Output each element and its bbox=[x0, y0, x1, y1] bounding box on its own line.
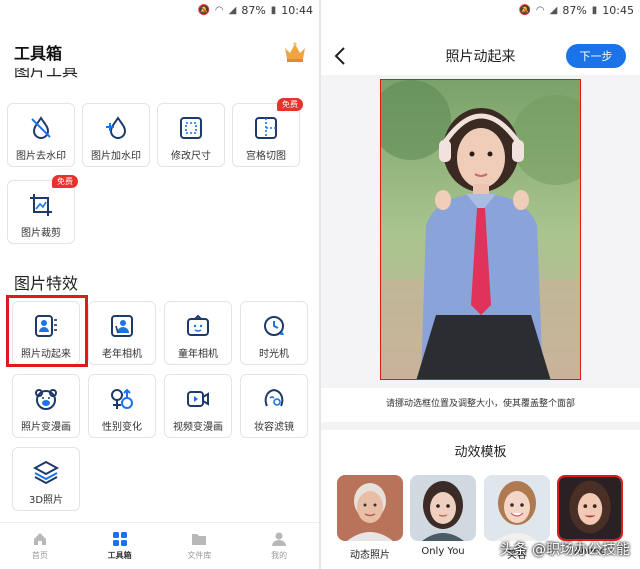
effect-old-camera[interactable]: 老年相机 bbox=[88, 301, 156, 365]
battery-level: 87% bbox=[241, 3, 266, 17]
grid-cut-icon bbox=[255, 117, 277, 139]
instruction-text: 请挪动选框位置及调整大小，使其覆盖整个面部 bbox=[385, 399, 575, 409]
tool-label: 修改尺寸 bbox=[171, 151, 211, 162]
nav-profile[interactable]: 我的 bbox=[239, 523, 319, 569]
nav-label: 我的 bbox=[271, 551, 288, 560]
drop-slash-icon bbox=[31, 116, 51, 139]
toolbox-header: 工具箱 bbox=[14, 38, 307, 66]
template-label: 动态照片 bbox=[350, 550, 390, 561]
makeup-face-icon bbox=[264, 388, 284, 407]
tool-label: 时光机 bbox=[259, 349, 289, 360]
effect-child-camera[interactable]: 童年相机 bbox=[164, 301, 232, 365]
effects-section-title: 图片特效 bbox=[14, 274, 79, 293]
clock: 10:45 bbox=[602, 3, 634, 17]
tool-add-watermark[interactable]: 图片加水印 bbox=[82, 103, 150, 167]
portrait-photo bbox=[381, 80, 580, 379]
effect-video-to-cartoon[interactable]: 视频变漫画 bbox=[164, 374, 232, 438]
template-dynamic-photo[interactable] bbox=[337, 475, 403, 541]
template-only-you[interactable] bbox=[410, 475, 476, 541]
tool-resize[interactable]: 修改尺寸 bbox=[157, 103, 225, 167]
resize-icon bbox=[180, 117, 202, 139]
template-thumbnail bbox=[410, 475, 476, 541]
child-face-icon bbox=[187, 314, 209, 336]
wifi-icon: ◠ bbox=[214, 4, 224, 16]
toolbox-screen: 🔕 ◠ ◢ 87% ▮ 10:44 工具箱 图片工具 图片去水印 图片加水印 修… bbox=[0, 0, 319, 569]
status-bar: 🔕 ◠ ◢ 87% ▮ 10:45 bbox=[321, 0, 640, 20]
grid-icon bbox=[112, 532, 127, 546]
template-anime[interactable] bbox=[557, 475, 623, 541]
status-bar: 🔕 ◠ ◢ 87% ▮ 10:44 bbox=[0, 0, 319, 20]
nav-files[interactable]: 文件库 bbox=[160, 523, 240, 569]
elder-portrait-icon bbox=[111, 315, 133, 337]
free-badge: 免费 bbox=[52, 175, 78, 188]
vip-crown-icon[interactable] bbox=[283, 41, 307, 63]
effect-makeup-filter[interactable]: 妆容滤镜 bbox=[240, 374, 308, 438]
tool-label: 视频变漫画 bbox=[173, 422, 223, 433]
template-smile[interactable] bbox=[484, 475, 550, 541]
battery-icon: ▮ bbox=[591, 4, 598, 16]
mute-icon: 🔕 bbox=[518, 4, 531, 16]
image-tools-section-title: 图片工具 bbox=[14, 68, 79, 80]
page-title: 工具箱 bbox=[14, 44, 63, 63]
tool-label: 图片裁剪 bbox=[21, 228, 61, 239]
drop-plus-icon bbox=[106, 116, 127, 139]
clock: 10:44 bbox=[281, 3, 313, 17]
bear-face-icon bbox=[35, 389, 57, 410]
effect-time-machine[interactable]: 时光机 bbox=[240, 301, 308, 365]
tool-label: 妆容滤镜 bbox=[254, 422, 294, 433]
tool-remove-watermark[interactable]: 图片去水印 bbox=[7, 103, 75, 167]
battery-icon: ▮ bbox=[270, 4, 277, 16]
tool-label: 照片变漫画 bbox=[21, 422, 71, 433]
animate-header: 照片动起来 下一步 bbox=[321, 38, 640, 74]
tool-label: 图片加水印 bbox=[91, 151, 141, 162]
nav-label: 工具箱 bbox=[107, 551, 132, 560]
template-thumbnail bbox=[559, 477, 621, 539]
photo-editor-area bbox=[321, 75, 640, 388]
nav-toolbox[interactable]: 工具箱 bbox=[80, 523, 160, 569]
free-badge: 免费 bbox=[277, 98, 303, 111]
gender-icon bbox=[111, 388, 133, 409]
template-thumbnail bbox=[484, 475, 550, 541]
nav-home[interactable]: 首页 bbox=[0, 523, 80, 569]
nav-label: 文件库 bbox=[187, 551, 212, 560]
video-camera-icon bbox=[187, 391, 209, 407]
effect-photo-to-cartoon[interactable]: 照片变漫画 bbox=[12, 374, 80, 438]
user-icon bbox=[272, 532, 287, 546]
tool-label: 图片去水印 bbox=[16, 151, 66, 162]
watermark-text: 头条 @职场办公技能 bbox=[499, 542, 630, 558]
signal-icon: ◢ bbox=[549, 4, 558, 16]
battery-level: 87% bbox=[562, 3, 587, 17]
effect-gender-swap[interactable]: 性别变化 bbox=[88, 374, 156, 438]
bottom-nav: 首页 工具箱 文件库 我的 bbox=[0, 522, 319, 569]
face-selection-frame[interactable] bbox=[380, 79, 581, 380]
signal-icon: ◢ bbox=[228, 4, 237, 16]
animate-photo-screen: 🔕 ◠ ◢ 87% ▮ 10:45 照片动起来 下一步 请挪动选框位置及调整大小… bbox=[321, 0, 640, 569]
crop-icon bbox=[30, 194, 52, 216]
folder-icon bbox=[192, 534, 207, 545]
tool-label: 3D照片 bbox=[28, 495, 64, 506]
nav-label: 首页 bbox=[31, 551, 48, 560]
tool-label: 童年相机 bbox=[178, 349, 218, 360]
tool-label: 宫格切图 bbox=[246, 151, 286, 162]
layers-icon bbox=[33, 460, 59, 485]
tool-label: 性别变化 bbox=[102, 422, 142, 433]
template-thumbnail bbox=[337, 475, 403, 541]
tool-label: 老年相机 bbox=[102, 349, 142, 360]
back-arrow-icon[interactable] bbox=[331, 44, 351, 68]
effect-3d-photo[interactable]: 3D照片 bbox=[12, 447, 80, 511]
next-button[interactable]: 下一步 bbox=[566, 44, 626, 68]
templates-title: 动效模板 bbox=[454, 445, 507, 460]
tool-grid-cut[interactable]: 宫格切图 免费 bbox=[232, 98, 303, 167]
tool-crop[interactable]: 图片裁剪 免费 bbox=[7, 175, 78, 244]
wifi-icon: ◠ bbox=[535, 4, 545, 16]
clock-icon bbox=[264, 316, 284, 336]
selection-highlight-box bbox=[6, 295, 88, 367]
section-separator bbox=[321, 422, 640, 430]
mute-icon: 🔕 bbox=[197, 4, 210, 16]
home-icon bbox=[33, 533, 46, 545]
template-label: Only You bbox=[421, 546, 465, 557]
